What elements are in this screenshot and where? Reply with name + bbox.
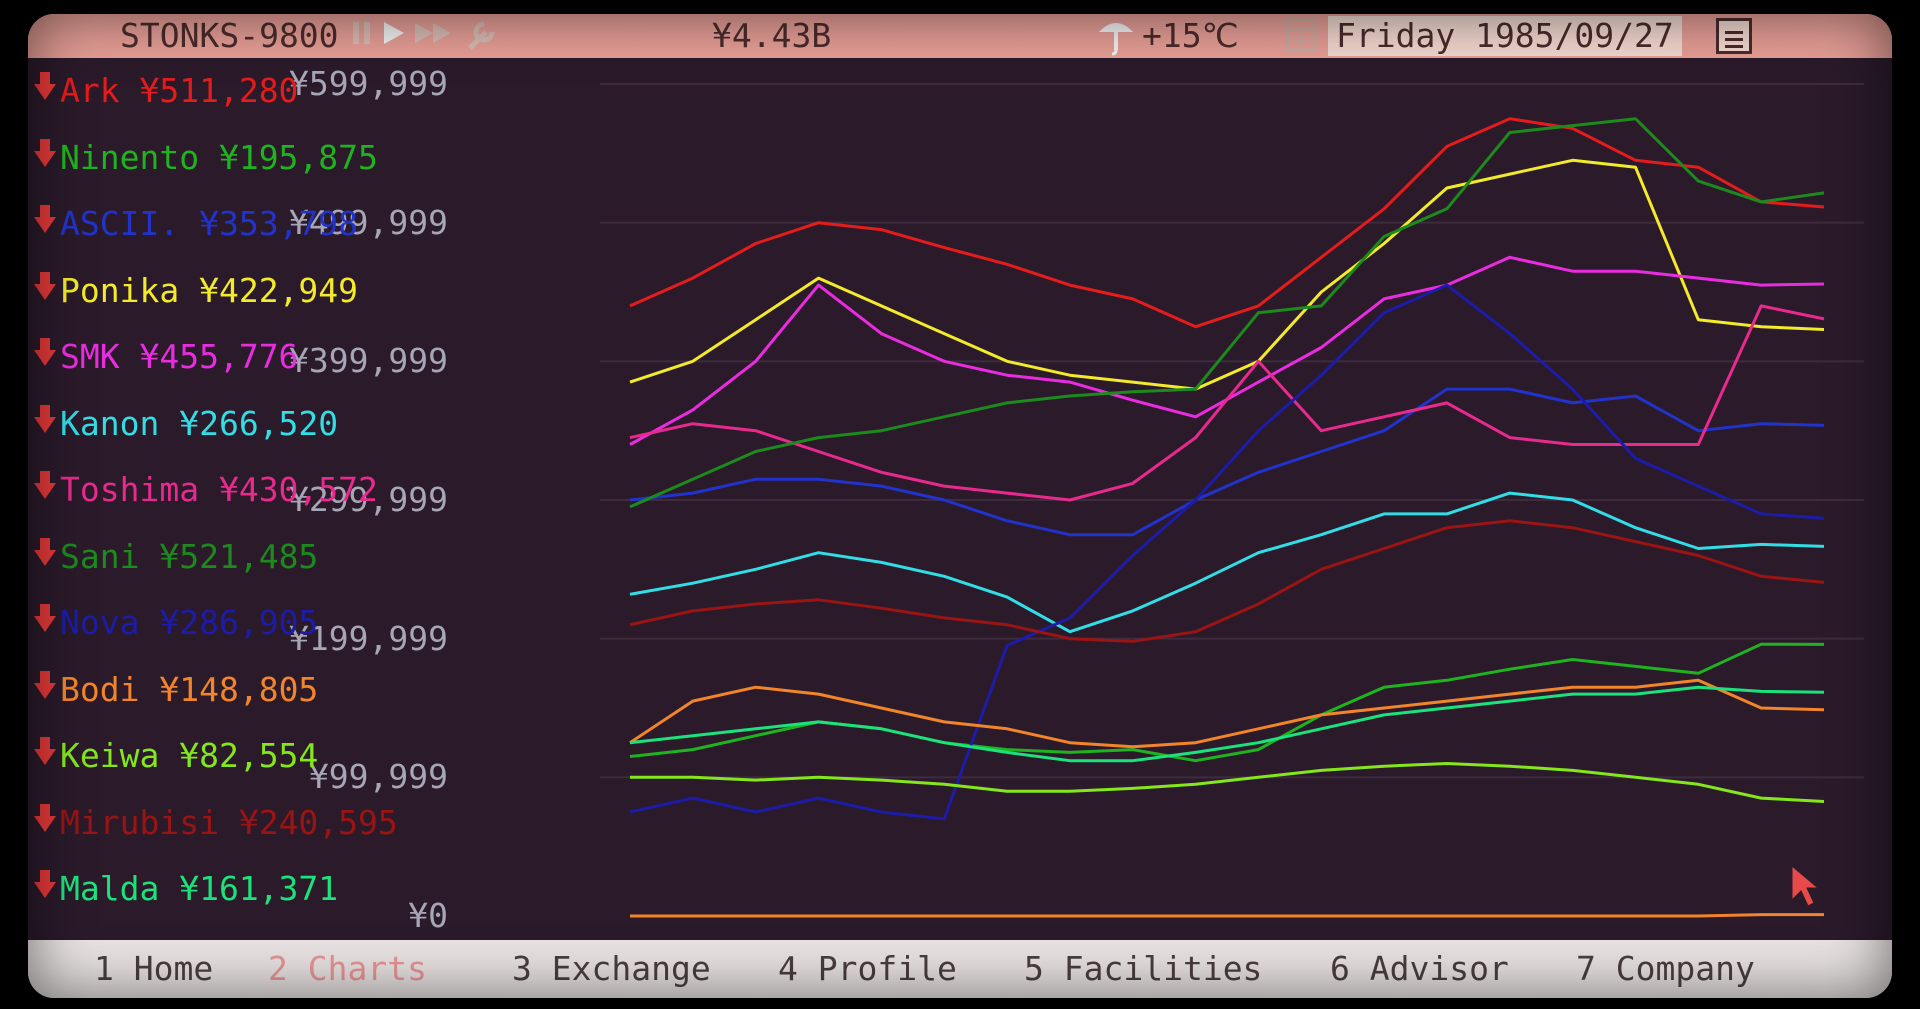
ticker-sani[interactable]: Sani ¥521,485 xyxy=(34,534,434,577)
down-arrow-icon xyxy=(34,733,60,776)
ticker-name: Toshima xyxy=(60,470,200,509)
series-line-baseline xyxy=(630,913,1824,918)
tab-key: 1 xyxy=(94,949,114,988)
tab-key: 6 xyxy=(1330,949,1350,988)
tab-label: Exchange xyxy=(551,949,711,988)
ticker-price: ¥430,572 xyxy=(218,470,378,509)
ticker-price: ¥148,805 xyxy=(159,669,319,709)
ticker-price: ¥195,875 xyxy=(218,137,378,177)
ticker-price: ¥82,554 xyxy=(179,736,319,775)
series-line-malda xyxy=(629,685,1825,763)
ticker-name: SMK xyxy=(60,337,120,376)
mouse-cursor-icon xyxy=(1790,864,1820,912)
tab-key: 3 xyxy=(512,949,532,988)
ticker-price: ¥511,280 xyxy=(139,71,299,110)
ticker-name: Kanon xyxy=(60,403,160,443)
tab-label: Profile xyxy=(817,949,957,988)
ticker-kanon[interactable]: Kanon ¥266,520 xyxy=(34,401,434,444)
down-arrow-icon xyxy=(34,135,60,178)
ticker-name: Mirubisi xyxy=(60,802,219,842)
tab-label: Charts xyxy=(307,949,427,988)
tab-key: 4 xyxy=(778,949,798,988)
series-line-mirubisi xyxy=(629,519,1825,643)
tab-key: 7 xyxy=(1576,949,1596,988)
tab-profile[interactable]: 4 Profile xyxy=(778,940,957,998)
ticker-smk[interactable]: SMK ¥455,776 xyxy=(34,334,434,377)
ticker-malda[interactable]: Malda ¥161,371 xyxy=(34,866,434,909)
ticker-price: ¥286,905 xyxy=(159,603,319,642)
tab-label: Advisor xyxy=(1369,949,1509,988)
down-arrow-icon xyxy=(34,667,60,710)
series-line-nova xyxy=(629,283,1825,821)
tab-label: Home xyxy=(133,949,214,988)
tab-home[interactable]: 1 Home xyxy=(94,940,213,998)
ticker-toshima[interactable]: Toshima ¥430,572 xyxy=(34,467,434,510)
tab-facilities[interactable]: 5 Facilities xyxy=(1024,940,1262,998)
bottom-tab-bar: 1 Home 2 Charts 3 Exchange 4 Profile 5 Facil… xyxy=(28,940,1892,998)
down-arrow-icon xyxy=(34,268,60,311)
ticker-name: Ninento xyxy=(60,137,200,177)
down-arrow-icon xyxy=(34,534,60,577)
ticker-name: Bodi xyxy=(60,669,140,709)
ticker-bodi[interactable]: Bodi ¥148,805 xyxy=(34,667,434,710)
ticker-ascii[interactable]: ASCII. ¥353,798 xyxy=(34,201,434,244)
series-line-kanon xyxy=(629,491,1825,634)
ticker-price: ¥266,520 xyxy=(179,403,339,443)
series-line-ponika xyxy=(629,158,1825,391)
tab-exchange[interactable]: 3 Exchange xyxy=(512,940,711,998)
ticker-ponika[interactable]: Ponika ¥422,949 xyxy=(34,268,434,311)
ticker-price: ¥240,595 xyxy=(238,802,398,842)
ticker-name: ASCII. xyxy=(60,204,180,243)
tab-advisor[interactable]: 6 Advisor xyxy=(1330,940,1509,998)
down-arrow-icon xyxy=(34,600,60,643)
tab-company[interactable]: 7 Company xyxy=(1576,940,1755,998)
ticker-name: Ark xyxy=(60,71,120,110)
ticker-name: Malda xyxy=(60,869,160,908)
tab-label: Company xyxy=(1615,949,1755,988)
down-arrow-icon xyxy=(34,68,60,111)
ticker-nova[interactable]: Nova ¥286,905 xyxy=(34,600,434,643)
ticker-price: ¥161,371 xyxy=(179,869,339,908)
ticker-name: Ponika xyxy=(60,270,180,310)
ticker-ark[interactable]: Ark ¥511,280 xyxy=(34,68,434,111)
ticker-price: ¥521,485 xyxy=(159,536,319,576)
ticker-keiwa[interactable]: Keiwa ¥82,554 xyxy=(34,733,434,776)
ticker-name: Keiwa xyxy=(60,736,160,775)
down-arrow-icon xyxy=(34,334,60,377)
down-arrow-icon xyxy=(34,866,60,909)
tab-key: 5 xyxy=(1024,949,1044,988)
ticker-mirubisi[interactable]: Mirubisi ¥240,595 xyxy=(34,800,434,843)
ticker-price: ¥455,776 xyxy=(139,337,299,376)
series-line-keiwa xyxy=(630,762,1825,803)
ticker-price: ¥353,798 xyxy=(199,204,359,243)
down-arrow-icon xyxy=(34,201,60,244)
series-line-ninento xyxy=(629,642,1825,763)
ticker-ninento[interactable]: Ninento ¥195,875 xyxy=(34,135,434,178)
series-line-bodi xyxy=(629,678,1825,749)
tab-key: 2 xyxy=(268,949,288,988)
series-line-toshima xyxy=(629,304,1825,502)
down-arrow-icon xyxy=(34,800,60,843)
ticker-name: Sani xyxy=(60,536,140,576)
down-arrow-icon xyxy=(34,401,60,444)
crt-screen: STONKS-9800 ¥4.43B +15℃ Friday 1985/09/2… xyxy=(28,14,1892,998)
ticker-name: Nova xyxy=(60,603,140,642)
down-arrow-icon xyxy=(34,467,60,510)
tab-charts[interactable]: 2 Charts xyxy=(268,940,427,998)
tab-label: Facilities xyxy=(1063,949,1263,988)
ticker-price: ¥422,949 xyxy=(199,270,359,310)
